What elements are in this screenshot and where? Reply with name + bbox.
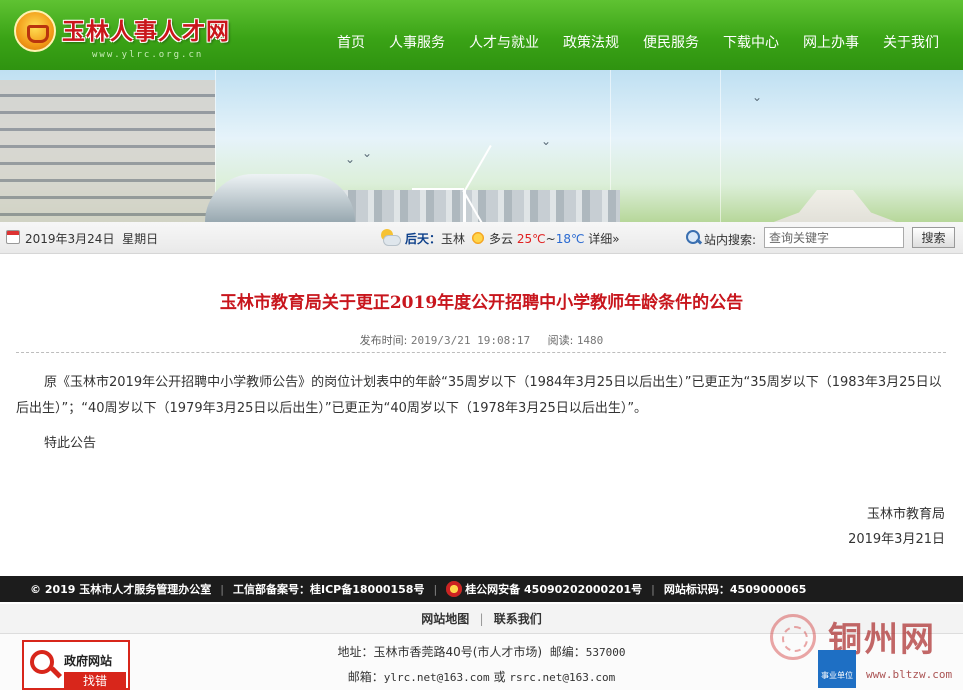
magnifier-icon (30, 650, 54, 674)
gov-site-error-report-badge[interactable]: 政府网站 找错 (22, 640, 130, 690)
article-divider (16, 352, 946, 353)
site-url: www.ylrc.org.cn (92, 50, 204, 60)
address-label: 地址： (337, 645, 374, 659)
footer-separator: | (433, 582, 438, 596)
site-logo[interactable]: 玉林人事人才网 www.ylrc.org.cn (14, 10, 244, 64)
address-value: 玉林市香莞路40号(市人才市场) (373, 645, 543, 659)
temp-high: 25℃ (516, 232, 546, 246)
site-title: 玉林人事人才网 (62, 18, 230, 45)
banner-divider (720, 70, 721, 222)
banner-turbine-blade (464, 144, 492, 191)
bird-icon: ⌄ (345, 152, 356, 166)
bird-icon: ⌄ (752, 90, 763, 104)
search-icon (685, 229, 703, 247)
weekday-value: 星期日 (122, 232, 159, 246)
footer-separator: | (220, 582, 224, 596)
weather-label: 后天： (405, 232, 442, 246)
banner-turbine-blade (412, 188, 464, 190)
sun-cloud-icon (471, 231, 486, 245)
signature-org: 玉林市教育局 (866, 507, 945, 522)
gov-badge-title: 政府网站 (64, 654, 113, 668)
site-header: 玉林人事人才网 www.ylrc.org.cn 首页 人事服务 人才与就业 政策… (0, 0, 963, 70)
footer-copyright-bar: © 2019 玉林市人才服务管理办公室 | 工信部备案号： 桂ICP备180001… (0, 576, 963, 602)
footer-link-separator: | (479, 612, 484, 626)
nav-about-us[interactable]: 关于我们 (871, 33, 951, 53)
banner-office-building (0, 80, 215, 222)
gov-badge-action: 找错 (64, 672, 126, 690)
publish-label: 发布时间: (359, 334, 408, 347)
footer-separator: | (651, 582, 655, 596)
banner-palace-building (745, 190, 925, 222)
weather-condition: 多云 (489, 232, 514, 246)
article-body: 原《玉林市2019年公开招聘中小学教师公告》的岗位计划表中的年龄“35周岁以下（… (16, 375, 942, 416)
main-nav: 首页 人事服务 人才与就业 政策法规 便民服务 下载中心 网上办事 关于我们 (325, 33, 951, 53)
contact-us-link[interactable]: 联系我们 (494, 612, 542, 626)
publish-time: 2019/3/21 19:08:17 (410, 334, 531, 347)
temp-low: 18℃ (555, 232, 585, 246)
icp-number[interactable]: 桂ICP备18000158号 (310, 581, 424, 597)
city-banner-image: ⌄ ⌄ ⌄ ⌄ (0, 70, 963, 222)
icp-label: 工信部备案号： (233, 583, 310, 596)
site-id-value: 4509000065 (729, 582, 807, 596)
logo-emblem-icon (14, 10, 56, 52)
search-button[interactable]: 搜索 (912, 227, 955, 248)
watermark-seal-icon (770, 614, 816, 660)
site-id-label: 网站标识码： (663, 583, 730, 596)
watermark-box: 事业单位 (818, 650, 856, 688)
weather-forecast: 后天：玉林 多云 25℃~18℃ 详细» (405, 230, 620, 247)
bird-icon: ⌄ (541, 134, 552, 148)
date-value: 2019年3月24日 (25, 232, 115, 246)
weather-detail-link[interactable]: 详细» (588, 232, 619, 246)
police-record[interactable]: 桂公网安备 45090202000201号 (465, 581, 642, 597)
postcode-label: 邮编： (549, 645, 586, 659)
nav-home[interactable]: 首页 (325, 33, 377, 53)
bird-icon: ⌄ (362, 146, 373, 160)
search-input[interactable] (764, 227, 904, 248)
email-label: 邮箱： (347, 670, 384, 684)
sitemap-link[interactable]: 网站地图 (421, 612, 469, 626)
article-meta: 发布时间: 2019/3/21 19:08:17 阅读: 1480 (0, 332, 963, 348)
copyright-text: © 2019 玉林市人才服务管理办公室 (30, 583, 212, 596)
nav-downloads[interactable]: 下载中心 (711, 33, 791, 53)
email-secondary[interactable]: rsrc.net@163.com (509, 671, 615, 684)
weather-cloud-icon (379, 229, 401, 246)
signature-date: 2019年3月21日 (848, 532, 945, 547)
nav-personnel-services[interactable]: 人事服务 (377, 33, 457, 53)
article-notice: 特此公告 (44, 436, 97, 451)
postcode-value: 537000 (585, 646, 626, 659)
banner-stadium (205, 174, 355, 222)
nav-public-services[interactable]: 便民服务 (631, 33, 711, 53)
email-or: 或 (493, 670, 506, 684)
temp-separator: ~ (545, 232, 556, 246)
current-date: 2019年3月24日 星期日 (25, 230, 158, 247)
nav-policies[interactable]: 政策法规 (551, 33, 631, 53)
email-primary[interactable]: ylrc.net@163.com (384, 671, 490, 684)
search-label: 站内搜索: (704, 233, 757, 247)
views-label: 阅读: (547, 334, 574, 347)
watermark-overlay: 铜州网 事业单位 www.bltzw.com (770, 612, 960, 690)
banner-skyline (330, 190, 620, 222)
weather-city: 玉林 (441, 232, 466, 246)
article-title: 玉林市教育局关于更正2019年度公开招聘中小学教师年龄条件的公告 (219, 293, 744, 313)
police-badge-icon (446, 581, 463, 597)
watermark-url: www.bltzw.com (866, 668, 953, 681)
info-bar: 2019年3月24日 星期日 后天：玉林 多云 25℃~18℃ 详细» 站内搜索:… (0, 222, 963, 254)
views-count: 1480 (576, 334, 604, 347)
nav-talent-employment[interactable]: 人才与就业 (457, 33, 551, 53)
calendar-icon (6, 230, 20, 244)
nav-online-services[interactable]: 网上办事 (791, 33, 871, 53)
